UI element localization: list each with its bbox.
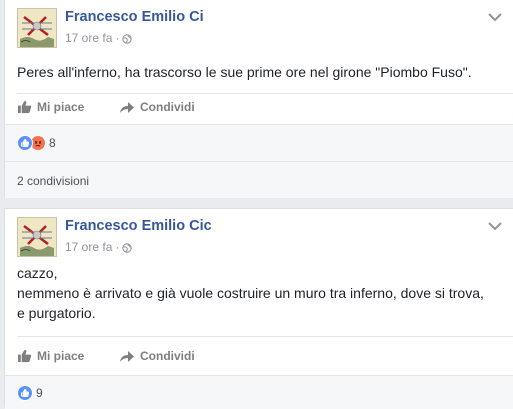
divider [5, 161, 513, 162]
share-label: Condividi [140, 349, 195, 363]
post-text-line: nemmeno è arrivato e già vuole costruire… [17, 285, 484, 301]
like-button[interactable]: Mi piace [17, 95, 84, 119]
share-label: Condividi [140, 100, 195, 114]
chevron-down-icon[interactable] [488, 221, 502, 231]
divider [17, 336, 513, 337]
post-footer: 8 2 condivisioni [5, 124, 513, 198]
thumbs-up-icon [17, 349, 32, 363]
post-header: Francesco Emilio Cic 17 ore fa · [5, 209, 513, 265]
post-timestamp[interactable]: 17 ore fa [65, 31, 112, 45]
post-timestamp[interactable]: 17 ore fa [65, 240, 112, 254]
like-icon [17, 385, 33, 401]
post-text-line: e purgatorio. [17, 305, 96, 321]
post-text: Peres all'inferno, ha trascorso le sue p… [17, 62, 503, 82]
reaction-count[interactable]: 8 [49, 136, 56, 150]
author-avatar[interactable] [17, 8, 57, 48]
like-icon [17, 135, 33, 151]
like-label: Mi piace [37, 349, 85, 363]
post-card: Francesco Emilio Cic 17 ore fa · cazzo, n… [4, 208, 513, 409]
globe-icon[interactable] [122, 32, 133, 48]
globe-icon[interactable] [122, 241, 133, 257]
post-meta: 17 ore fa · [65, 239, 133, 257]
thumbs-up-icon [17, 100, 32, 114]
post-text-line: cazzo, [17, 265, 58, 281]
post-header: Francesco Emilio Ci 17 ore fa · [5, 0, 513, 56]
like-button[interactable]: Mi piace [17, 344, 84, 368]
meta-separator: · [115, 31, 120, 45]
post-card: Francesco Emilio Ci 17 ore fa · Peres all… [4, 0, 513, 198]
author-name[interactable]: Francesco Emilio Ci [65, 8, 245, 26]
share-button[interactable]: Condividi [119, 344, 195, 368]
like-label: Mi piace [37, 100, 85, 114]
shares-count[interactable]: 2 condivisioni [17, 174, 89, 188]
post-footer: 9 [5, 375, 513, 409]
post-text: cazzo, nemmeno è arrivato e già vuole co… [17, 263, 503, 323]
author-name[interactable]: Francesco Emilio Cic [65, 217, 245, 235]
reactions-summary[interactable]: 8 [17, 134, 56, 152]
chevron-down-icon[interactable] [488, 12, 502, 22]
post-meta: 17 ore fa · [65, 30, 133, 48]
meta-separator: · [115, 240, 120, 254]
reaction-count[interactable]: 9 [36, 386, 43, 400]
divider [17, 93, 513, 94]
share-arrow-icon [120, 350, 134, 362]
reactions-summary[interactable]: 9 [17, 384, 43, 402]
post-text-line: Peres all'inferno, ha trascorso le sue p… [17, 64, 472, 80]
share-button[interactable]: Condividi [119, 95, 195, 119]
share-arrow-icon [120, 101, 134, 113]
author-avatar[interactable] [17, 217, 57, 257]
